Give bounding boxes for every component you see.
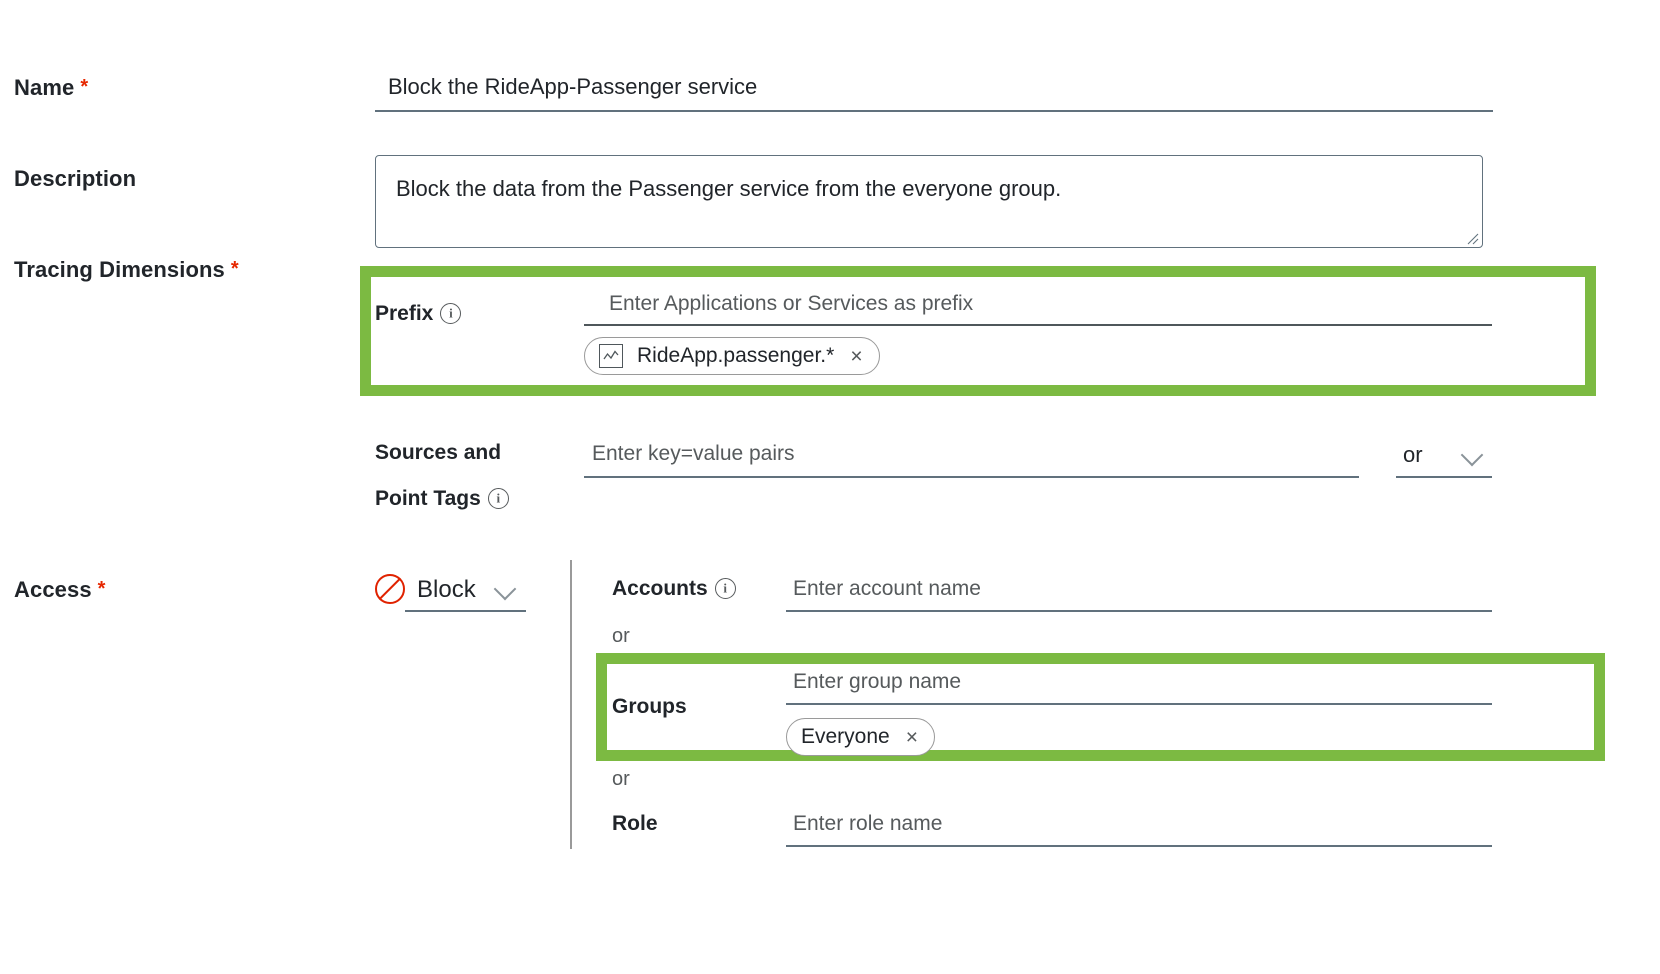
groups-chip[interactable]: Everyone ×: [786, 718, 935, 756]
description-field-label: Description: [14, 166, 136, 192]
groups-chip-close-icon[interactable]: ×: [906, 727, 918, 748]
description-label-text: Description: [14, 166, 137, 191]
groups-role-separator: or: [612, 768, 630, 790]
sources-point-tags-input-underline[interactable]: [584, 476, 1359, 478]
accounts-groups-separator: or: [612, 625, 630, 647]
groups-highlight-box: [596, 653, 1605, 761]
access-label-text: Access: [14, 577, 92, 602]
role-input[interactable]: Enter role name: [793, 812, 942, 836]
sources-operator-underline[interactable]: [1396, 476, 1492, 478]
info-icon[interactable]: [440, 302, 462, 324]
prefix-chip[interactable]: RideApp.passenger.* ×: [584, 337, 880, 375]
groups-label-text: Groups: [612, 695, 687, 718]
groups-chip-label: Everyone: [801, 725, 890, 748]
name-required-asterisk: *: [80, 76, 89, 98]
sources-point-tags-label-line2: Point Tags: [375, 487, 509, 511]
role-label: Role: [612, 812, 658, 836]
prefix-highlight-box: [360, 266, 1596, 396]
tracing-dimensions-label: Tracing Dimensions *: [14, 257, 239, 283]
sources-point-tags-input[interactable]: Enter key=value pairs: [592, 442, 795, 466]
groups-input-underline[interactable]: [786, 703, 1492, 705]
access-required-asterisk: *: [97, 578, 106, 600]
prefix-chip-close-icon[interactable]: ×: [850, 346, 862, 367]
access-section-divider: [570, 560, 572, 849]
chevron-down-icon[interactable]: [1460, 443, 1484, 467]
info-icon[interactable]: [487, 487, 509, 509]
permission-select-value[interactable]: Block: [417, 576, 476, 604]
permission-select-underline[interactable]: [405, 610, 526, 612]
accounts-input[interactable]: Enter account name: [793, 577, 981, 601]
groups-input[interactable]: Enter group name: [793, 670, 961, 694]
accounts-label-text: Accounts: [612, 577, 708, 600]
sources-operator-select-value[interactable]: or: [1403, 442, 1423, 468]
accounts-input-underline[interactable]: [786, 610, 1492, 612]
info-icon[interactable]: [714, 577, 736, 599]
sources-point-tags-label-text-2: Point Tags: [375, 487, 481, 510]
resize-grip-icon[interactable]: [1465, 231, 1479, 245]
tracing-dimensions-label-text: Tracing Dimensions: [14, 257, 225, 282]
prefix-label: Prefix: [375, 302, 462, 326]
name-label-text: Name: [14, 75, 75, 100]
name-input-underline[interactable]: [375, 110, 1493, 112]
role-label-text: Role: [612, 812, 658, 835]
block-prohibition-icon: [375, 574, 405, 604]
chevron-down-icon[interactable]: [493, 577, 517, 601]
description-textarea[interactable]: Block the data from the Passenger servic…: [375, 155, 1483, 248]
name-field-label: Name *: [14, 75, 88, 101]
groups-label: Groups: [612, 695, 687, 719]
accounts-label: Accounts: [612, 577, 736, 601]
prefix-label-text: Prefix: [375, 302, 434, 325]
name-input[interactable]: Block the RideApp-Passenger service: [388, 74, 757, 100]
sources-point-tags-label-line1: Sources and: [375, 441, 501, 465]
prefix-input[interactable]: Enter Applications or Services as prefix: [609, 292, 973, 316]
metric-chart-icon: [599, 344, 623, 368]
sources-point-tags-label-text-1: Sources and: [375, 441, 502, 464]
description-textarea-value: Block the data from the Passenger servic…: [396, 176, 1062, 201]
prefix-input-underline[interactable]: [584, 324, 1492, 326]
tracing-dimensions-required-asterisk: *: [230, 258, 239, 280]
role-input-underline[interactable]: [786, 845, 1492, 847]
access-field-label: Access *: [14, 577, 106, 603]
prefix-chip-label: RideApp.passenger.*: [637, 344, 835, 367]
